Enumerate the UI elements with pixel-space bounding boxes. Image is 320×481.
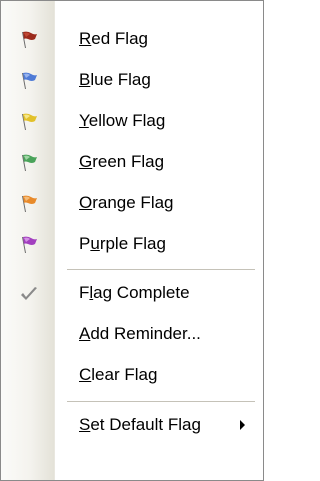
menu-item-label: Clear Flag — [79, 365, 157, 385]
menu-item-orange-flag[interactable]: Orange Flag — [1, 184, 263, 222]
mnemonic: u — [90, 234, 100, 253]
label-rest: ag Complete — [93, 283, 190, 302]
menu-item-label: Blue Flag — [79, 70, 151, 90]
menu-item-label: Purple Flag — [79, 234, 166, 254]
label-rest: lear Flag — [91, 365, 158, 384]
label-pre: P — [79, 234, 91, 253]
label-rest: lue Flag — [90, 70, 151, 89]
mnemonic: G — [79, 152, 93, 171]
mnemonic: Y — [79, 111, 89, 130]
label-rest: range Flag — [92, 193, 174, 212]
menu-item-add-reminder[interactable]: Add Reminder... — [1, 315, 263, 353]
mnemonic: A — [79, 324, 91, 343]
menu-item-set-default-flag[interactable]: Set Default Flag — [1, 406, 263, 444]
mnemonic: B — [79, 70, 91, 89]
label-rest: rple Flag — [99, 234, 166, 253]
menu-item-purple-flag[interactable]: Purple Flag — [1, 225, 263, 263]
label-rest: dd Reminder... — [90, 324, 201, 343]
menu-item-label: Green Flag — [79, 152, 164, 172]
red-flag-icon — [22, 31, 37, 48]
menu-item-blue-flag[interactable]: Blue Flag — [1, 61, 263, 99]
green-flag-icon — [22, 154, 37, 171]
label-pre: F — [79, 283, 90, 302]
menu-separator — [67, 269, 255, 270]
menu-item-label: Flag Complete — [79, 283, 190, 303]
menu-item-label: Add Reminder... — [79, 324, 201, 344]
purple-flag-icon — [22, 236, 37, 253]
mnemonic: S — [79, 415, 91, 434]
menu-item-label: Set Default Flag — [79, 415, 201, 435]
mnemonic: O — [79, 193, 93, 212]
label-rest: ed Flag — [91, 29, 148, 48]
menu-item-yellow-flag[interactable]: Yellow Flag — [1, 102, 263, 140]
menu-item-label: Red Flag — [79, 29, 148, 49]
menu-item-red-flag[interactable]: Red Flag — [1, 20, 263, 58]
label-rest: reen Flag — [92, 152, 165, 171]
yellow-flag-icon — [22, 113, 37, 130]
label-rest: et Default Flag — [90, 415, 201, 434]
menu-item-label: Orange Flag — [79, 193, 174, 213]
checkmark-icon — [21, 287, 37, 300]
mnemonic: C — [79, 365, 92, 384]
menu-item-label: Yellow Flag — [79, 111, 165, 131]
menu-item-flag-complete[interactable]: Flag Complete — [1, 274, 263, 312]
orange-flag-icon — [22, 195, 37, 212]
menu-item-green-flag[interactable]: Green Flag — [1, 143, 263, 181]
blue-flag-icon — [22, 72, 37, 89]
label-rest: ellow Flag — [88, 111, 166, 130]
flag-context-menu: Red Flag Blue Flag Yellow Flag Green Fla… — [0, 0, 264, 481]
menu-item-clear-flag[interactable]: Clear Flag — [1, 356, 263, 394]
mnemonic: R — [79, 29, 92, 48]
submenu-arrow-icon — [240, 420, 245, 430]
menu-separator — [67, 401, 255, 402]
